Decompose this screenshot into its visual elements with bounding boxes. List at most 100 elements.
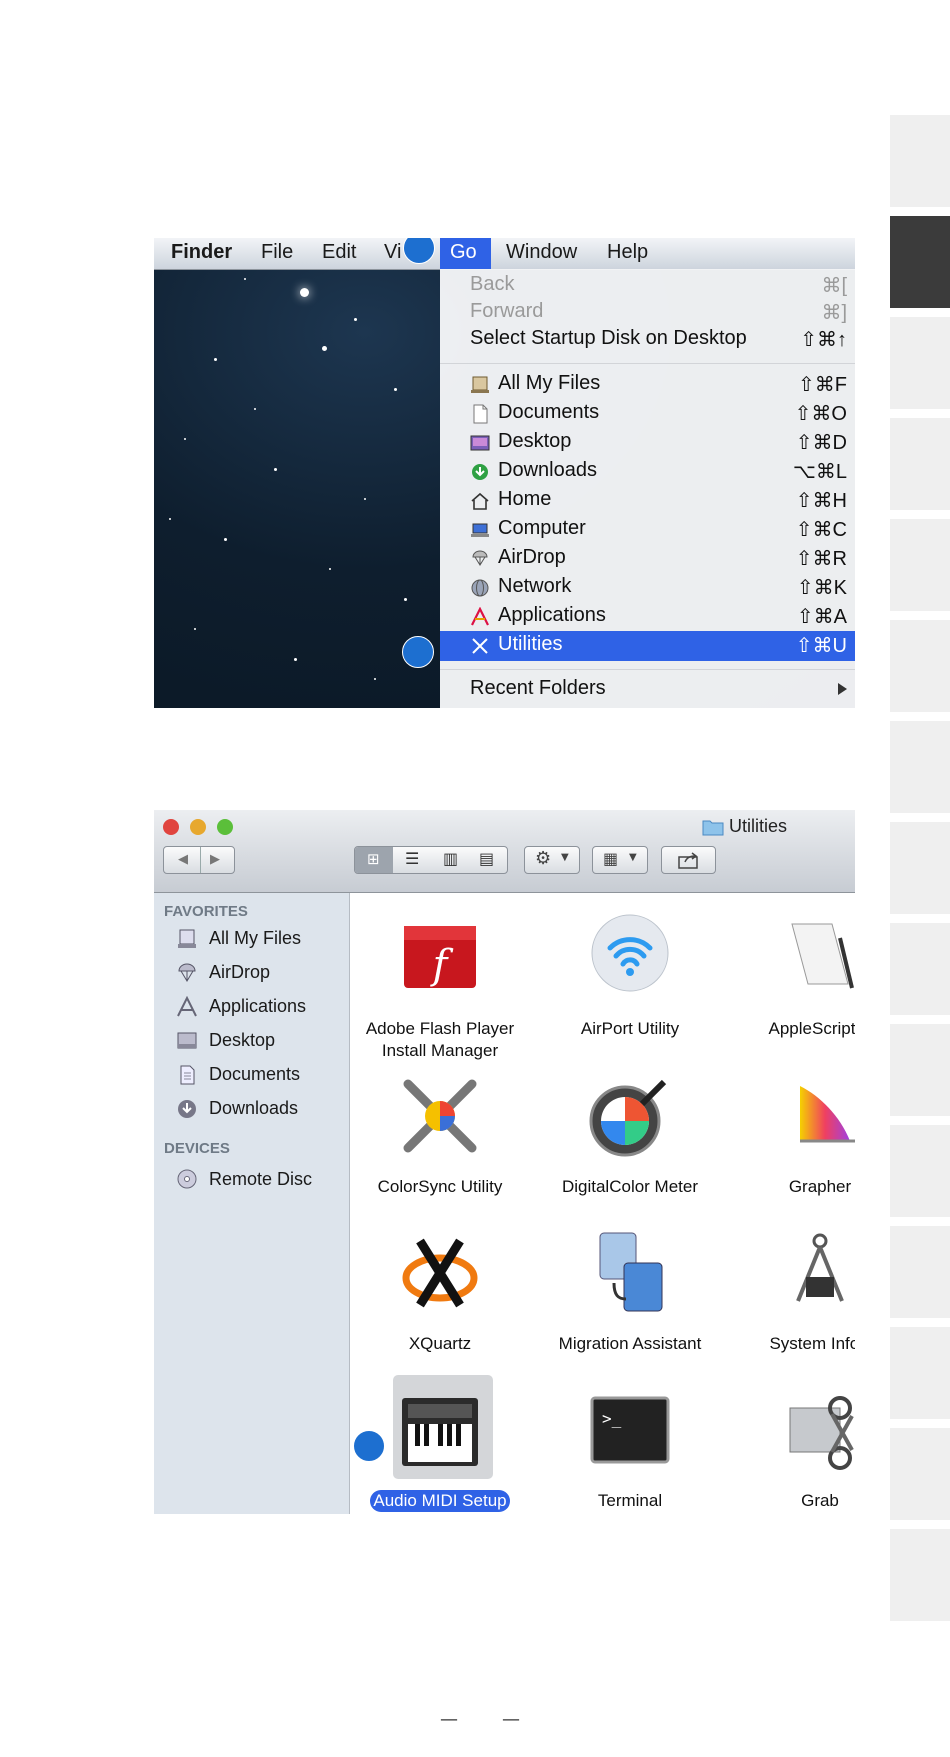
menu-item-all-my-files[interactable]: All My Files ⇧⌘F — [440, 370, 855, 399]
sidebar-item-desktop[interactable]: Desktop — [209, 1030, 275, 1051]
window-titlebar: Utilities ◀ ▶ ⊞ ☰ ▥ ▤ ⚙ ▼ ▦ ▼ — [154, 810, 855, 893]
app-name: DigitalColor Meter — [561, 1177, 699, 1196]
app-name: Grab — [801, 1491, 839, 1510]
menu-item-select-startup-disk[interactable]: Select Startup Disk on Desktop ⇧⌘↑ — [440, 325, 855, 354]
desktop-icon — [470, 435, 490, 451]
app-terminal[interactable]: >_ Terminal — [540, 1380, 720, 1514]
menu-item-home[interactable]: Home ⇧⌘H — [440, 486, 855, 515]
minimize-button[interactable] — [190, 819, 206, 835]
menu-edit[interactable]: Edit — [322, 241, 356, 264]
menu-item-shortcut: ⇧⌘K — [796, 577, 847, 599]
zoom-button[interactable] — [217, 819, 233, 835]
menu-item-label: Documents — [498, 401, 600, 423]
share-icon — [678, 852, 698, 869]
app-colorsync-utility[interactable]: ColorSync Utility — [350, 1066, 530, 1206]
gear-icon: ⚙ — [535, 848, 552, 869]
back-arrow-icon[interactable]: ◀ — [178, 852, 188, 867]
menu-item-shortcut: ⇧⌘U — [795, 635, 847, 657]
action-menu-button[interactable]: ⚙ ▼ — [524, 846, 580, 874]
go-menu-screenshot: Finder File Edit Vi Go Window Help Back … — [154, 238, 855, 708]
icon-view-icon: ⊞ — [367, 850, 380, 868]
finder-utilities-screenshot: Utilities ◀ ▶ ⊞ ☰ ▥ ▤ ⚙ ▼ ▦ ▼ FAVORITES … — [154, 810, 855, 1514]
menu-item-shortcut: ⌘[ — [821, 275, 847, 297]
grapher-icon — [800, 1086, 855, 1143]
app-digitalcolor-meter[interactable]: DigitalColor Meter — [540, 1066, 720, 1206]
app-system-information[interactable]: System Inforr — [730, 1223, 855, 1363]
menu-item-computer[interactable]: Computer ⇧⌘C — [440, 515, 855, 544]
chapter-tab — [890, 1024, 950, 1116]
menu-item-downloads[interactable]: Downloads ⌥⌘L — [440, 457, 855, 486]
sidebar-item-all-my-files[interactable]: All My Files — [209, 928, 301, 949]
menu-item-shortcut: ⇧⌘O — [794, 403, 847, 425]
menu-item-shortcut: ⇧⌘H — [795, 490, 847, 512]
menu-item-applications[interactable]: Applications ⇧⌘A — [440, 602, 855, 631]
column-view-icon[interactable]: ▥ — [443, 849, 458, 868]
menu-item-shortcut: ⌘] — [821, 302, 847, 324]
utilities-icon — [472, 638, 488, 654]
menu-item-shortcut: ⇧⌘↑ — [800, 329, 847, 351]
menu-item-forward: Forward ⌘] — [440, 298, 855, 327]
menu-item-shortcut: ⇧⌘C — [795, 519, 847, 541]
view-mode-buttons[interactable]: ⊞ ☰ ▥ ▤ — [354, 846, 508, 874]
sidebar-item-applications[interactable]: Applications — [209, 996, 306, 1017]
share-button[interactable] — [661, 846, 716, 874]
computer-icon — [471, 523, 489, 537]
menu-item-desktop[interactable]: Desktop ⇧⌘D — [440, 428, 855, 457]
app-applescript-editor[interactable]: AppleScript E — [730, 908, 855, 1048]
app-xquartz[interactable]: XQuartz — [350, 1223, 530, 1363]
menu-item-label: AirDrop — [498, 546, 566, 568]
app-name: Grapher — [788, 1177, 852, 1196]
menu-item-label: Desktop — [498, 430, 572, 452]
forward-arrow-icon[interactable]: ▶ — [210, 852, 220, 867]
app-adobe-flash[interactable]: f Adobe Flash Player Install Manager — [350, 908, 530, 1060]
submenu-arrow-icon — [838, 683, 847, 695]
chapter-tab — [890, 1327, 950, 1419]
arrange-menu-button[interactable]: ▦ ▼ — [592, 846, 648, 874]
menu-item-label: Network — [498, 575, 572, 597]
chapter-tab — [890, 418, 950, 510]
sidebar-item-documents[interactable]: Documents — [209, 1064, 300, 1085]
app-migration-assistant[interactable]: Migration Assistant — [540, 1223, 720, 1363]
downloads-icon — [178, 1100, 196, 1118]
chapter-tab — [890, 519, 950, 611]
menu-item-shortcut: ⌥⌘L — [792, 461, 847, 483]
app-name-selected: Audio MIDI Setup — [370, 1490, 510, 1512]
menu-item-recent-folders[interactable]: Recent Folders — [440, 675, 855, 704]
menu-go[interactable]: Go — [440, 238, 491, 269]
menu-window[interactable]: Window — [506, 241, 577, 264]
app-grapher[interactable]: Grapher — [730, 1066, 855, 1206]
chapter-tab — [890, 620, 950, 712]
close-button[interactable] — [163, 819, 179, 835]
chapter-tab-strip — [890, 115, 950, 1630]
menu-file[interactable]: File — [261, 241, 293, 264]
applications-icon — [177, 996, 197, 1017]
divider — [200, 847, 201, 873]
applescript-icon — [791, 923, 854, 989]
menu-view[interactable]: Vi — [384, 241, 401, 264]
footer-dash: — — [502, 1709, 520, 1730]
menu-item-documents[interactable]: Documents ⇧⌘O — [440, 399, 855, 428]
cover-flow-icon[interactable]: ▤ — [479, 849, 494, 868]
app-name: System Inforr — [769, 1334, 855, 1353]
menu-help[interactable]: Help — [607, 241, 648, 264]
menu-item-shortcut: ⇧⌘R — [795, 548, 847, 570]
menu-item-utilities[interactable]: Utilities ⇧⌘U — [440, 631, 855, 661]
menu-finder[interactable]: Finder — [171, 241, 232, 264]
chapter-tab — [890, 1226, 950, 1318]
sidebar-item-remote-disc[interactable]: Remote Disc — [209, 1169, 312, 1190]
app-grab[interactable]: Grab — [730, 1380, 855, 1514]
menu-item-label: Home — [498, 488, 552, 510]
app-name: ColorSync Utility — [377, 1177, 503, 1196]
back-forward-buttons[interactable]: ◀ ▶ — [163, 846, 235, 874]
grab-icon — [789, 1396, 854, 1470]
airdrop-icon — [472, 550, 488, 566]
menu-item-network[interactable]: Network ⇧⌘K — [440, 573, 855, 602]
menu-item-airdrop[interactable]: AirDrop ⇧⌘R — [440, 544, 855, 573]
list-view-icon[interactable]: ☰ — [405, 849, 419, 868]
arrange-icon: ▦ — [603, 849, 619, 868]
devices-heading: DEVICES — [164, 1140, 230, 1157]
sidebar-item-downloads[interactable]: Downloads — [209, 1098, 298, 1119]
sidebar-item-airdrop[interactable]: AirDrop — [209, 962, 270, 983]
app-airport-utility[interactable]: AirPort Utility — [540, 908, 720, 1048]
menu-item-label: Applications — [498, 604, 606, 626]
